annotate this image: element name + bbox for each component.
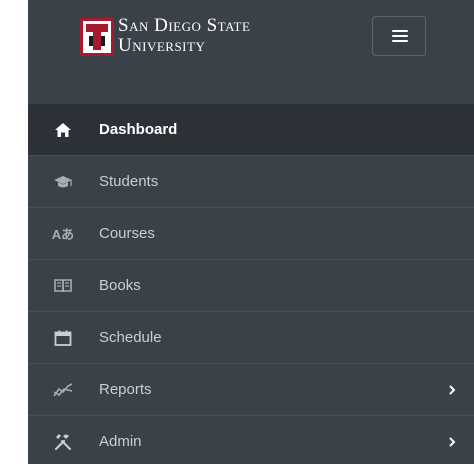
sidebar-nav: Dashboard Students Aあ Courses Books Sche… <box>28 104 474 464</box>
graduation-cap-icon <box>52 171 74 193</box>
chevron-right-icon <box>449 384 456 395</box>
sidebar-item-label: Students <box>99 173 159 190</box>
language-icon: Aあ <box>51 227 75 242</box>
sidebar: San Diego State University Dashboard Stu… <box>28 0 474 464</box>
book-open-icon <box>52 275 74 297</box>
sidebar-item-reports[interactable]: Reports <box>28 364 474 416</box>
sidebar-item-courses[interactable]: Aあ Courses <box>28 208 474 260</box>
university-name-line2: University <box>118 35 206 56</box>
home-icon <box>52 119 74 141</box>
sidebar-item-admin[interactable]: Admin <box>28 416 474 464</box>
sdsu-logo-mark-icon <box>80 18 114 56</box>
menu-toggle-button[interactable] <box>372 16 426 56</box>
sidebar-item-label: Schedule <box>99 329 162 346</box>
university-name: San Diego State University <box>118 16 250 56</box>
sidebar-item-students[interactable]: Students <box>28 156 474 208</box>
sidebar-item-schedule[interactable]: Schedule <box>28 312 474 364</box>
chevron-right-icon <box>449 436 456 447</box>
sidebar-item-label: Dashboard <box>99 121 178 138</box>
university-logo[interactable]: San Diego State University <box>80 16 290 64</box>
sidebar-item-label: Admin <box>99 433 142 450</box>
sidebar-item-label: Courses <box>99 225 155 242</box>
tools-icon <box>52 431 74 453</box>
sidebar-item-label: Reports <box>99 381 152 398</box>
line-chart-icon <box>52 379 74 401</box>
brand-header: San Diego State University <box>28 0 474 104</box>
university-name-line1: San Diego State <box>118 15 251 36</box>
sidebar-item-label: Books <box>99 277 141 294</box>
sidebar-item-dashboard[interactable]: Dashboard <box>28 104 474 156</box>
calendar-icon <box>52 327 74 349</box>
sidebar-item-books[interactable]: Books <box>28 260 474 312</box>
